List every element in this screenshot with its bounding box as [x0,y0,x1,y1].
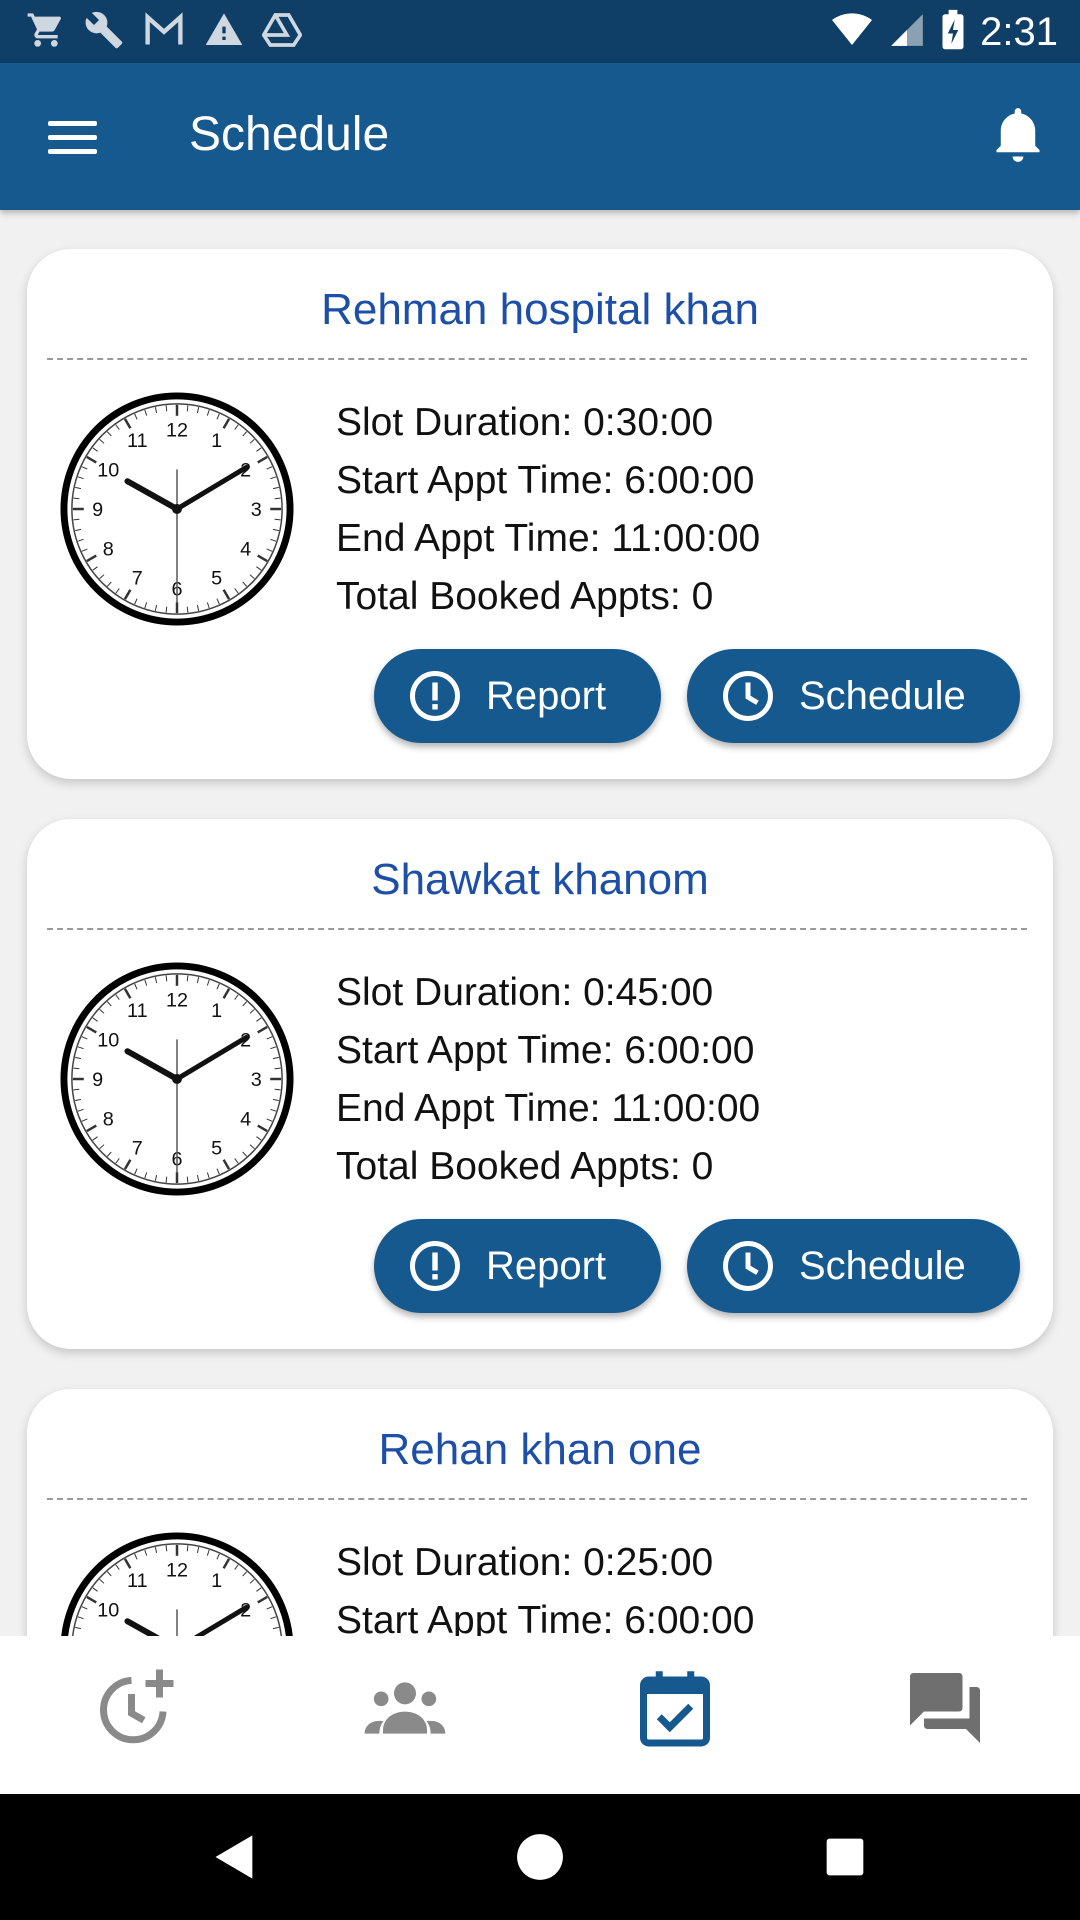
home-button[interactable] [505,1822,575,1892]
svg-text:1: 1 [211,1000,222,1022]
end-time: End Appt Time: 11:00:00 [336,1087,761,1130]
clock-icon: 123456789101112 [58,390,296,628]
clock-time: 2:31 [980,9,1058,54]
patients-icon [364,1682,446,1734]
svg-text:11: 11 [127,1570,148,1592]
back-button[interactable] [200,1822,270,1892]
notifications-button[interactable] [986,103,1050,167]
svg-text:4: 4 [240,1109,251,1131]
alert-circle-icon [408,1239,462,1293]
clock-icon: 123456789101112 [58,960,296,1198]
nav-schedule[interactable] [625,1658,725,1758]
clock-outline-icon [721,669,775,723]
slot-duration: Slot Duration: 0:25:00 [336,1541,714,1584]
svg-text:5: 5 [211,568,222,590]
bottom-navigation [0,1636,1080,1794]
svg-text:10: 10 [97,1029,119,1051]
start-time: Start Appt Time: 6:00:00 [336,1029,755,1072]
app-bar: Schedule [0,63,1080,210]
drive-icon [261,10,303,55]
clock-icon: 123456789101112 [58,1530,296,1636]
menu-button[interactable] [36,109,108,165]
alert-circle-icon [408,669,462,723]
schedule-card: Rehman hospital khan 123456789101112 Slo… [27,249,1053,779]
recents-icon [826,1838,864,1876]
schedule-label: Schedule [799,673,966,718]
svg-text:10: 10 [97,459,119,481]
schedule-list[interactable]: Rehman hospital khan 123456789101112 Slo… [0,210,1080,1636]
card-details: Slot Duration: 0:45:00 Start Appt Time: … [336,964,760,1196]
home-icon [517,1834,563,1880]
svg-text:9: 9 [92,1069,103,1091]
calendar-check-icon [640,1671,710,1747]
svg-text:8: 8 [103,539,114,561]
gmail-icon [142,10,186,55]
report-label: Report [486,673,607,718]
card-title: Rehan khan one [378,1425,702,1474]
svg-text:7: 7 [132,1138,143,1160]
svg-text:3: 3 [251,1069,262,1091]
battery-icon [940,9,966,56]
report-label: Report [486,1243,607,1288]
schedule-card: Rehan khan one 123456789101112 Slot Dura… [27,1389,1053,1636]
add-schedule-icon [100,1669,174,1744]
warning-icon [204,10,244,55]
menu-icon [48,120,97,126]
svg-text:8: 8 [103,1109,114,1131]
schedule-label: Schedule [799,1243,966,1288]
nav-chat[interactable] [895,1658,995,1758]
end-time: End Appt Time: 11:00:00 [336,517,761,560]
total-booked: Total Booked Appts: 0 [336,1145,714,1188]
start-time: Start Appt Time: 6:00:00 [336,459,755,502]
start-time: Start Appt Time: 6:00:00 [336,1599,755,1636]
card-title: Rehman hospital khan [321,285,759,334]
system-status: 2:31 [830,8,1058,56]
svg-text:1: 1 [211,430,222,452]
svg-text:4: 4 [240,539,251,561]
svg-text:5: 5 [211,1138,222,1160]
page-title: Schedule [189,108,390,161]
svg-text:11: 11 [127,1000,148,1022]
status-bar: 2:31 [0,0,1080,63]
back-icon [215,1835,253,1879]
system-navigation-bar [0,1794,1080,1920]
slot-duration: Slot Duration: 0:30:00 [336,401,714,444]
chat-icon [910,1673,980,1743]
divider [47,928,1027,930]
divider [47,358,1027,360]
svg-text:3: 3 [251,499,262,521]
schedule-card: Shawkat khanom 123456789101112 Slot Dura… [27,819,1053,1349]
wifi-icon [830,10,874,55]
svg-text:11: 11 [127,430,148,452]
svg-text:9: 9 [92,499,103,521]
nav-add-schedule[interactable] [85,1658,185,1758]
wrench-icon [84,10,124,55]
schedule-button[interactable]: Schedule [687,649,1020,743]
bell-icon [996,108,1040,162]
clock-outline-icon [721,1239,775,1293]
recents-button[interactable] [810,1822,880,1892]
divider [47,1498,1027,1500]
svg-text:7: 7 [132,568,143,590]
nav-patients[interactable] [355,1658,455,1758]
signal-icon [888,11,926,54]
svg-text:12: 12 [166,420,188,442]
svg-text:12: 12 [166,990,188,1012]
svg-text:1: 1 [211,1570,222,1592]
card-details: Slot Duration: 0:30:00 Start Appt Time: … [336,394,760,626]
card-details: Slot Duration: 0:25:00 Start Appt Time: … [336,1534,754,1636]
schedule-button[interactable]: Schedule [687,1219,1020,1313]
slot-duration: Slot Duration: 0:45:00 [336,971,714,1014]
report-button[interactable]: Report [374,1219,661,1313]
report-button[interactable]: Report [374,649,661,743]
cart-icon [26,10,66,55]
total-booked: Total Booked Appts: 0 [336,575,714,618]
notification-icons [26,8,303,56]
svg-text:10: 10 [97,1599,119,1621]
card-title: Shawkat khanom [371,855,709,904]
svg-text:12: 12 [166,1560,188,1582]
